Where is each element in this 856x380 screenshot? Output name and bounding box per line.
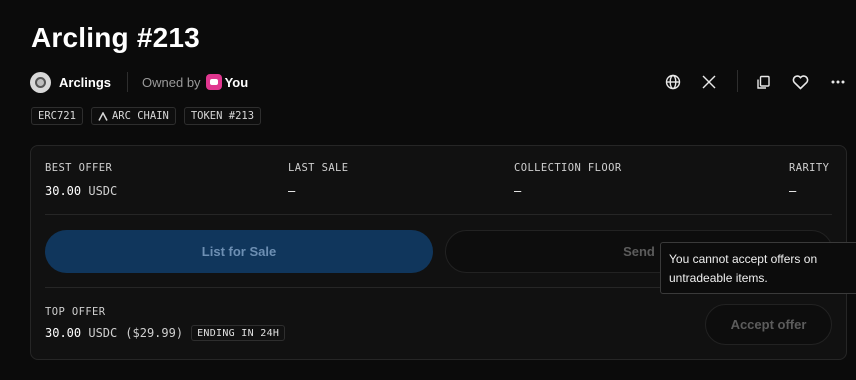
token-standard-tag: ERC721 xyxy=(31,107,83,125)
stat-label: RARITY xyxy=(789,162,830,174)
top-offer-usd: ($29.99) xyxy=(125,326,184,340)
globe-icon[interactable] xyxy=(663,72,683,92)
divider xyxy=(45,214,832,215)
stat-value: — xyxy=(789,184,797,198)
stat-label: COLLECTION FLOOR xyxy=(514,162,622,174)
more-icon[interactable] xyxy=(828,72,848,92)
copy-icon[interactable] xyxy=(753,72,773,92)
top-offer: TOP OFFER 30.00 USDC ($29.99) ENDING IN … xyxy=(45,306,286,341)
stat-last-sale: LAST SALE — xyxy=(288,162,349,198)
stat-best-offer: BEST OFFER 30.00 USDC xyxy=(45,162,117,198)
stat-collection-floor: COLLECTION FLOOR — xyxy=(514,162,622,198)
stat-value: — xyxy=(288,184,296,198)
page-title: Arcling #213 xyxy=(31,22,200,53)
x-twitter-icon[interactable] xyxy=(699,72,719,92)
stat-label: BEST OFFER xyxy=(45,162,113,174)
stat-value: — xyxy=(514,184,522,198)
arc-chain-icon xyxy=(98,111,108,121)
stat-rarity: RARITY — xyxy=(789,162,829,198)
item-tags: ERC721 ARC CHAIN TOKEN #213 xyxy=(31,107,262,125)
accept-offer-button[interactable]: Accept offer xyxy=(705,304,832,345)
list-for-sale-button[interactable]: List for Sale xyxy=(45,230,433,273)
top-offer-label: TOP OFFER xyxy=(45,306,106,318)
header-actions xyxy=(0,70,856,94)
top-offer-value: 30.00 USDC ($29.99) ENDING IN 24H xyxy=(45,325,286,341)
stat-label: LAST SALE xyxy=(288,162,349,174)
heart-icon[interactable] xyxy=(790,72,810,92)
stat-value: 30.00 USDC xyxy=(45,184,118,198)
tooltip: You cannot accept offers on untradeable … xyxy=(660,242,856,294)
ending-badge: ENDING IN 24H xyxy=(191,325,286,341)
chain-tag: ARC CHAIN xyxy=(90,107,176,125)
token-id-tag: TOKEN #213 xyxy=(183,107,262,125)
divider xyxy=(737,70,738,92)
